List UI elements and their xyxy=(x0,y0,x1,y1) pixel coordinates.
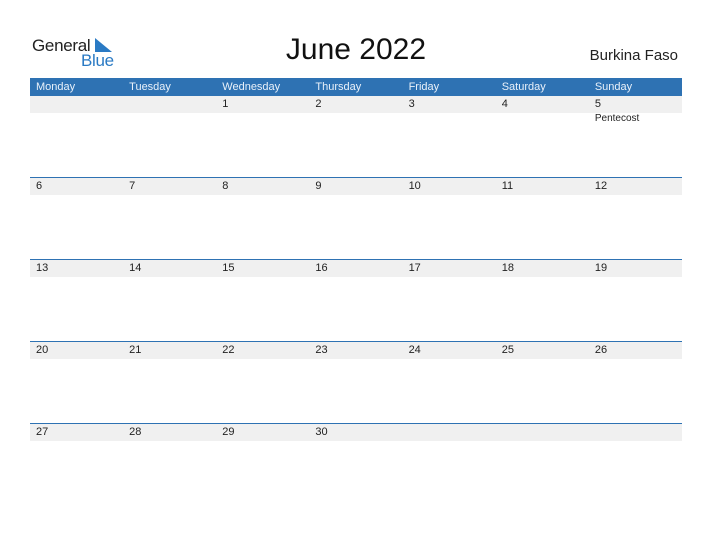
holiday-label xyxy=(496,113,589,124)
day-number: 5 xyxy=(594,98,601,110)
day-number: 23 xyxy=(315,344,328,356)
holiday-label: Pentecost xyxy=(594,113,640,124)
day-number: 2 xyxy=(315,98,322,110)
weekday-label: Monday xyxy=(36,81,76,93)
day-number: 17 xyxy=(408,262,421,274)
weekday-label: Sunday xyxy=(594,81,633,93)
day-number: 19 xyxy=(594,262,608,274)
event-row: Pentecost xyxy=(30,113,682,124)
weekday-label: Wednesday xyxy=(222,81,281,93)
day-number: 9 xyxy=(315,180,322,192)
day-number: 13 xyxy=(36,262,49,274)
day-number: 8 xyxy=(222,180,229,192)
date-row: 13 14 15 16 17 18 19 xyxy=(30,260,682,277)
weekday-label: Thursday xyxy=(315,81,362,93)
calendar-grid: Monday Tuesday Wednesday Thursday Friday Satu… xyxy=(30,78,682,505)
weekday-header: Monday Tuesday Wednesday Thursday Friday Satu… xyxy=(30,78,682,96)
day-number xyxy=(403,424,496,441)
day-number xyxy=(589,424,682,441)
day-number xyxy=(496,424,589,441)
day-number xyxy=(123,96,216,113)
date-row: 20 21 22 23 24 25 26 xyxy=(30,342,682,359)
holiday-label xyxy=(309,113,402,124)
day-number: 4 xyxy=(501,98,508,110)
day-number: 7 xyxy=(129,180,136,192)
day-number: 15 xyxy=(222,262,235,274)
day-number: 16 xyxy=(315,262,328,274)
date-row: 1 2 3 4 5 xyxy=(30,96,682,113)
day-number: 20 xyxy=(36,344,49,356)
weekday-label: Saturday xyxy=(501,81,546,93)
day-number: 1 xyxy=(222,98,229,110)
day-number: 6 xyxy=(36,180,43,192)
day-number: 14 xyxy=(129,262,142,274)
country-label: Burkina Faso xyxy=(589,47,678,64)
day-number: 28 xyxy=(129,426,142,438)
day-number: 22 xyxy=(222,344,235,356)
week-row: 1 2 3 4 5 Pentecost xyxy=(30,96,682,177)
date-row: 27 28 29 30 xyxy=(30,424,682,441)
week-row: 20 21 22 23 24 25 26 xyxy=(30,341,682,423)
day-number: 3 xyxy=(408,98,415,110)
day-number: 25 xyxy=(501,344,514,356)
day-number: 24 xyxy=(408,344,421,356)
day-number: 12 xyxy=(594,180,608,192)
day-number: 21 xyxy=(129,344,142,356)
weekday-label: Friday xyxy=(408,81,440,93)
day-number: 11 xyxy=(501,180,514,192)
weekday-label: Tuesday xyxy=(129,81,171,93)
holiday-label xyxy=(403,113,496,124)
week-row: 27 28 29 30 xyxy=(30,423,682,505)
date-row: 6 7 8 9 10 11 12 xyxy=(30,178,682,195)
day-number: 10 xyxy=(408,180,421,192)
day-number: 18 xyxy=(501,262,514,274)
day-number: 29 xyxy=(222,426,235,438)
holiday-label xyxy=(216,113,309,124)
day-number: 30 xyxy=(315,426,328,438)
week-row: 6 7 8 9 10 11 12 xyxy=(30,177,682,259)
day-number xyxy=(30,96,123,113)
holiday-label xyxy=(30,113,123,124)
day-number: 27 xyxy=(36,426,49,438)
day-number: 26 xyxy=(594,344,608,356)
holiday-label xyxy=(123,113,216,124)
week-row: 13 14 15 16 17 18 19 xyxy=(30,259,682,341)
